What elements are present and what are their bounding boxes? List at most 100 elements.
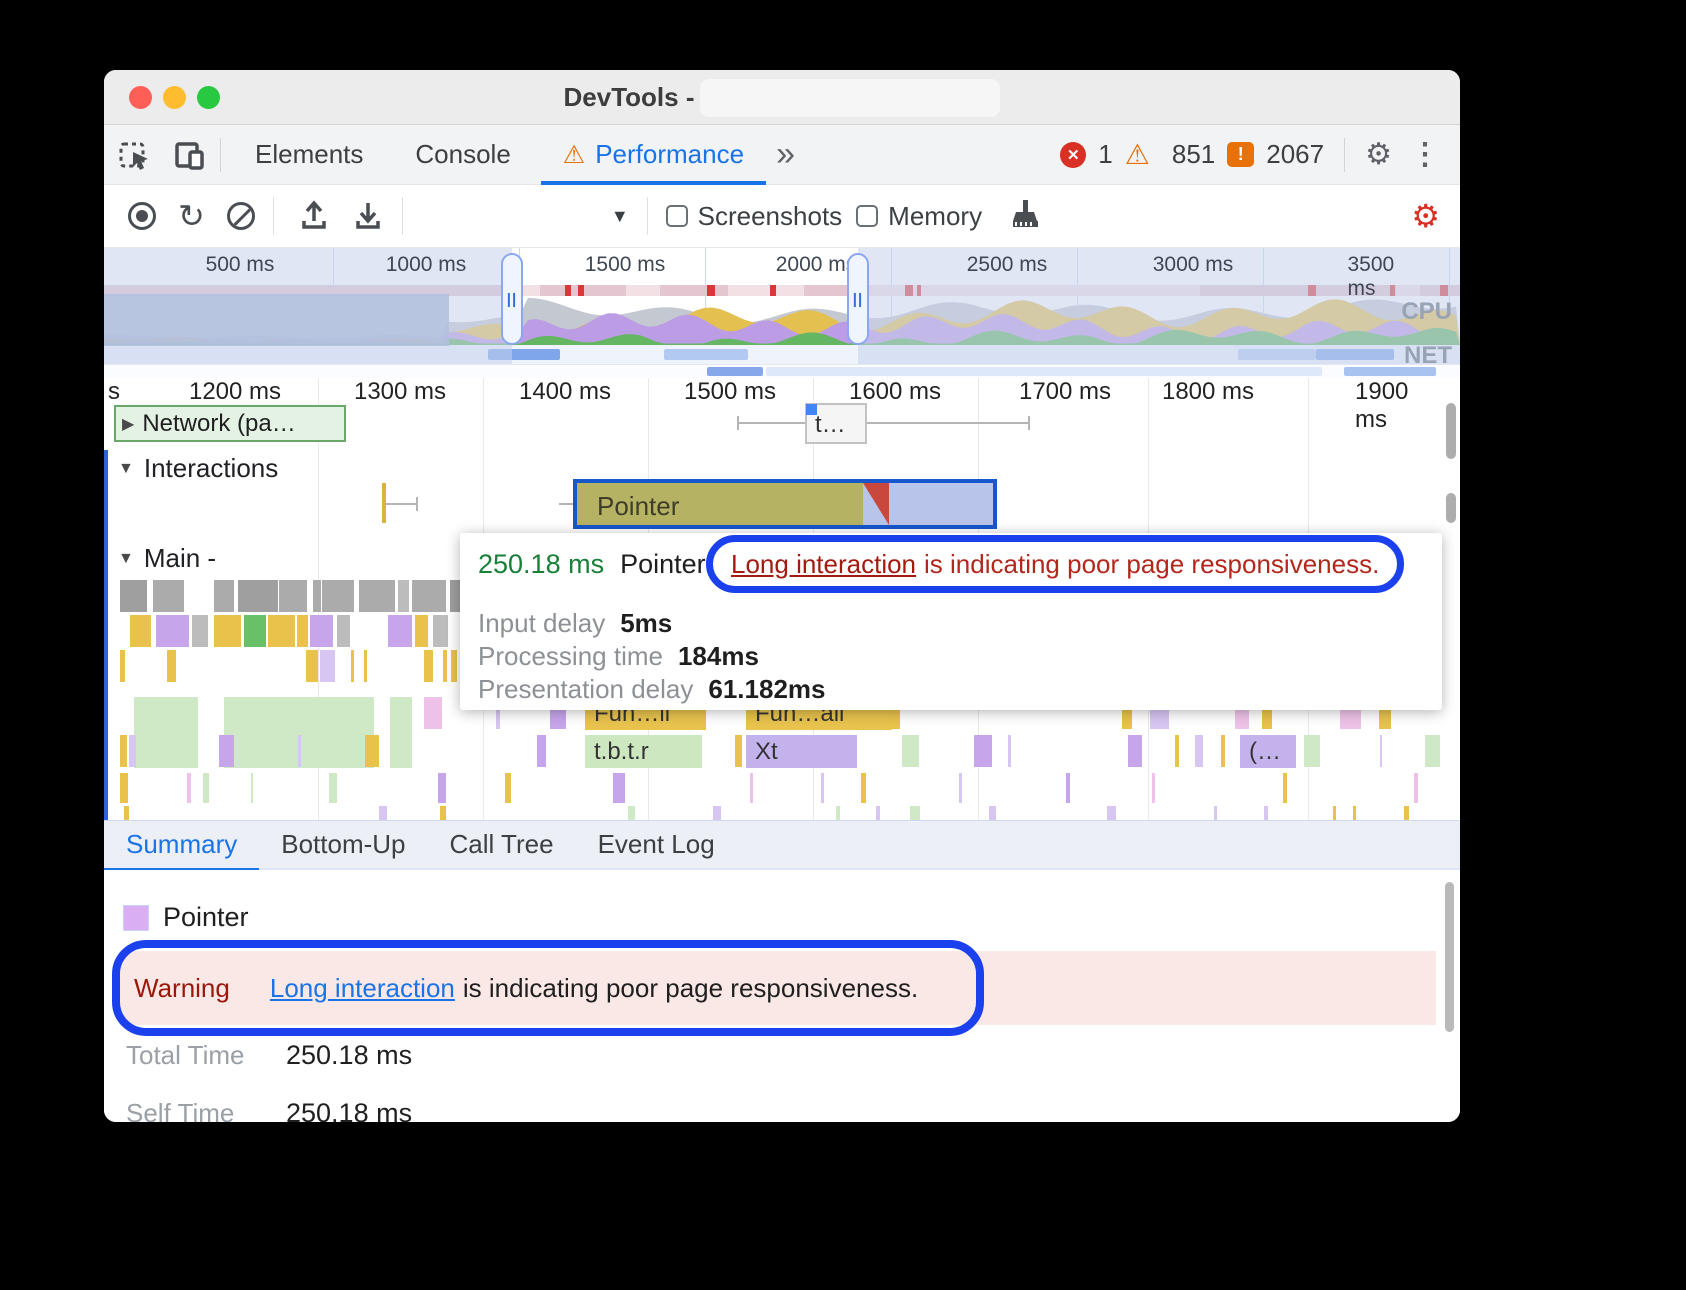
overview-tick: 2000 ms: [776, 253, 857, 277]
memory-checkbox[interactable]: [856, 205, 878, 227]
bottom-tab-strip: Summary Bottom-Up Call Tree Event Log: [104, 820, 1460, 870]
issues-icon[interactable]: !: [1227, 142, 1254, 167]
tab-call-tree[interactable]: Call Tree: [428, 820, 576, 870]
request-whisker: [737, 422, 1030, 424]
flame-block-anonymous[interactable]: (…: [1240, 735, 1296, 768]
inspect-element-icon[interactable]: [114, 133, 158, 177]
overview-tick: 2500 ms: [967, 253, 1048, 277]
overview-tick: 3000 ms: [1153, 253, 1234, 277]
summary-scrollbar-thumb[interactable]: [1445, 882, 1454, 1032]
divider: [1344, 138, 1345, 172]
pointer-color-swatch: [124, 906, 148, 930]
history-dropdown[interactable]: ▼: [611, 206, 629, 227]
presentation-delay-value: 61.182ms: [708, 674, 825, 705]
flame-block-tbtr[interactable]: t.b.t.r: [585, 735, 702, 768]
issues-count[interactable]: 2067: [1266, 139, 1324, 170]
input-delay-label: Input delay: [478, 608, 605, 639]
summary-panel: Pointer Warning Long interaction is indi…: [104, 870, 1460, 1122]
tab-elements[interactable]: Elements: [229, 125, 389, 185]
interaction-whisker: [384, 503, 418, 505]
performance-toolbar: ↻ ▼ Screenshots Memory: [104, 185, 1460, 248]
pointer-interaction-bar[interactable]: Pointer: [573, 479, 997, 529]
expand-arrow-icon[interactable]: ▼: [118, 550, 134, 568]
net-label: NET: [1404, 342, 1452, 365]
overview-tick: 500 ms: [206, 253, 275, 277]
record-button[interactable]: [128, 202, 156, 230]
device-toolbar-icon[interactable]: [168, 133, 212, 177]
network-request-label: t…: [815, 411, 846, 439]
kebab-menu-icon[interactable]: ⋮: [1404, 137, 1446, 172]
divider: [647, 197, 648, 235]
range-handle-right[interactable]: ||: [847, 253, 869, 345]
error-count[interactable]: 1: [1098, 139, 1112, 170]
network-request[interactable]: t…: [805, 403, 867, 444]
range-handle-left[interactable]: ||: [501, 253, 523, 345]
interaction-warning-wedge: [863, 483, 889, 525]
tab-console[interactable]: Console: [389, 125, 536, 185]
tab-performance[interactable]: ⚠ Performance: [537, 125, 770, 185]
presentation-delay-label: Presentation delay: [478, 674, 693, 705]
screenshots-label[interactable]: Screenshots: [698, 201, 843, 232]
divider: [402, 197, 403, 235]
capture-settings-gear-icon[interactable]: ⚙: [1411, 197, 1440, 235]
expand-arrow-icon[interactable]: ▼: [118, 460, 134, 478]
collapse-arrow-icon[interactable]: ▶: [122, 414, 134, 434]
total-time-label: Total Time: [126, 1040, 286, 1071]
redacted-title-pill: [700, 79, 1000, 117]
long-interaction-link[interactable]: Long interaction: [731, 549, 916, 580]
warning-count-icon[interactable]: ⚠: [1125, 138, 1150, 171]
screenshots-checkbox[interactable]: [666, 205, 688, 227]
upload-profile-button[interactable]: [298, 197, 330, 236]
warning-text: is indicating poor page responsiveness.: [463, 973, 918, 1004]
processing-time-label: Processing time: [478, 641, 663, 672]
processing-time-value: 184ms: [678, 641, 759, 672]
warning-text: is indicating poor page responsiveness.: [924, 549, 1379, 580]
summary-event-name: Pointer: [163, 902, 249, 933]
input-delay-value: 5ms: [620, 608, 672, 639]
tab-event-log[interactable]: Event Log: [576, 820, 737, 870]
divider: [273, 197, 274, 235]
tab-bottom-up[interactable]: Bottom-Up: [259, 820, 427, 870]
error-count-icon[interactable]: ✕: [1060, 142, 1086, 168]
self-time-label: Self Time: [126, 1098, 286, 1122]
tooltip-title: Pointer: [620, 549, 706, 580]
download-profile-button[interactable]: [352, 197, 384, 236]
summary-warning-row: Warning Long interaction is indicating p…: [120, 951, 1436, 1025]
memory-label[interactable]: Memory: [888, 201, 982, 232]
overview-tick: 1500 ms: [585, 253, 666, 277]
flame-block-xt[interactable]: Xt: [746, 735, 857, 768]
clear-recording-button[interactable]: [227, 202, 255, 230]
window-title: DevTools -: [564, 82, 695, 113]
tooltip-duration: 250.18 ms: [478, 549, 604, 580]
interactions-track-label: Interactions: [144, 453, 278, 484]
devtools-window: DevTools - Elements Console ⚠ Performanc…: [104, 70, 1460, 1122]
selected-track-indicator: [104, 450, 108, 820]
total-time-value: 250.18 ms: [286, 1040, 412, 1071]
settings-gear-icon[interactable]: ⚙: [1365, 137, 1392, 172]
reload-and-record-button[interactable]: ↻: [178, 200, 205, 232]
overview-tick: 1000 ms: [386, 253, 467, 277]
performance-warning-icon: ⚠: [563, 140, 585, 170]
warning-label: Warning: [134, 973, 230, 1004]
timeline-tracks: s 1200 ms 1300 ms 1400 ms 1500 ms 1600 m…: [104, 365, 1460, 820]
tracks-scrollbar-thumb[interactable]: [1446, 403, 1456, 459]
network-track-header[interactable]: ▶ Network (pa…: [114, 405, 346, 442]
pointer-bar-label: Pointer: [597, 491, 679, 522]
interaction-marker[interactable]: [382, 483, 386, 523]
warning-count[interactable]: 851: [1172, 139, 1215, 170]
tab-summary[interactable]: Summary: [104, 820, 259, 870]
main-track-header[interactable]: ▼ Main -: [118, 543, 216, 574]
cpu-label: CPU: [1401, 298, 1452, 326]
main-track-label: Main -: [144, 543, 216, 574]
interaction-tooltip: 250.18 ms Pointer Long interaction is in…: [460, 533, 1442, 710]
interactions-track-header[interactable]: ▼ Interactions: [118, 453, 278, 484]
title-bar: DevTools -: [104, 70, 1460, 125]
collect-garbage-icon[interactable]: [1004, 197, 1038, 236]
self-time-value: 250.18 ms: [286, 1098, 412, 1122]
divider: [220, 138, 221, 172]
more-tabs-icon[interactable]: »: [776, 135, 795, 174]
tracks-scrollbar-thumb[interactable]: [1446, 493, 1456, 523]
timeline-overview[interactable]: 500 ms 1000 ms 1500 ms 2000 ms 2500 ms 3…: [104, 248, 1460, 365]
long-interaction-link[interactable]: Long interaction: [270, 973, 455, 1004]
overview-tick: 3500 ms: [1348, 253, 1423, 301]
